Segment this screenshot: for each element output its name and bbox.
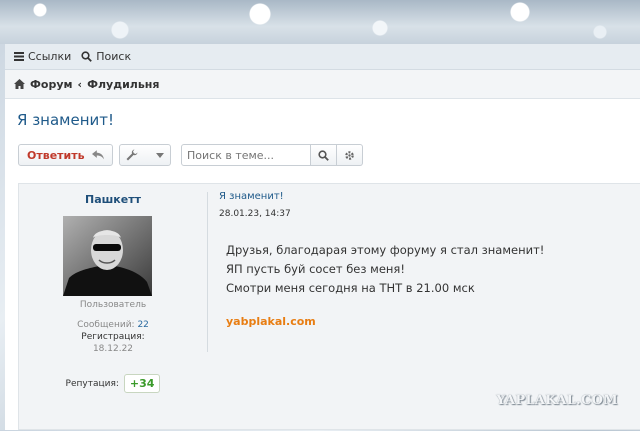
reply-label: Ответить [27, 148, 85, 162]
messages-stat: Сообщений: 22 [19, 320, 207, 330]
registration-label-text: Регистрация: [81, 332, 145, 342]
post-date: 28.01.23, 14:37 [219, 209, 291, 219]
thread-search [181, 144, 363, 166]
search-icon [81, 51, 93, 62]
registration-label: Регистрация: [19, 332, 207, 342]
search-icon [318, 149, 329, 161]
menu-icon [14, 52, 24, 61]
post-line: ЯП пусть буй сосет без меня! [226, 262, 405, 276]
forum-post: Пашкетт Пользователь Сообщений: 22 Регис… [18, 183, 640, 430]
avatar-image [63, 216, 152, 296]
reply-arrow-icon [91, 150, 104, 160]
registration-date: 18.12.22 [92, 344, 134, 354]
gear-icon [345, 150, 354, 160]
post-line: Друзья, благодарая этому форуму я стал з… [226, 243, 545, 257]
post-body: Друзья, благодарая этому форуму я стал з… [226, 241, 629, 298]
wrench-icon [126, 149, 138, 161]
search-link[interactable]: Поиск [81, 50, 131, 63]
home-icon[interactable] [14, 79, 25, 89]
thread-toolbar: Ответить [18, 143, 640, 167]
author-name[interactable]: Пашкетт [19, 193, 207, 206]
site-link[interactable]: yabplakal.com [226, 315, 629, 328]
chevron-down-icon [156, 152, 164, 158]
breadcrumb-section[interactable]: Флудильня [87, 78, 159, 91]
post-line: Смотри меня сегодня на ТНТ в 21.00 мск [226, 281, 475, 295]
links-label: Ссылки [28, 50, 72, 63]
thread-search-button[interactable] [311, 144, 337, 166]
reply-button[interactable]: Ответить [18, 144, 113, 166]
post-title[interactable]: Я знаменит! [219, 191, 629, 202]
links-menu[interactable]: Ссылки [14, 50, 71, 63]
user-title: Пользователь [79, 300, 147, 310]
top-navigation: Ссылки Поиск [5, 44, 640, 70]
messages-count[interactable]: 22 [137, 320, 148, 330]
reputation-block: Репутация: +34 [19, 374, 207, 393]
search-label: Поиск [96, 50, 132, 63]
avatar[interactable] [63, 216, 152, 296]
post-divider [207, 192, 208, 352]
tools-dropdown[interactable] [119, 144, 171, 166]
breadcrumb-forum[interactable]: Форум [30, 78, 73, 91]
thread-search-input[interactable] [181, 144, 311, 166]
messages-label: Сообщений: [77, 320, 135, 330]
watermark: YAPLAKAL.COM [496, 393, 618, 408]
breadcrumb: Форум ‹ Флудильня [5, 70, 640, 99]
forum-page: Ссылки Поиск Форум ‹ Флудильня Я знамени… [5, 44, 640, 430]
search-settings-button[interactable] [337, 144, 363, 166]
background-banner [0, 0, 640, 44]
breadcrumb-separator: ‹ [77, 77, 83, 91]
reputation-label: Репутация: [65, 378, 119, 389]
reputation-badge[interactable]: +34 [123, 374, 161, 393]
page-title: Я знаменит! [17, 111, 115, 129]
post-content: Я знаменит! 28.01.23, 14:37 Друзья, благ… [219, 191, 629, 328]
post-author-panel: Пашкетт Пользователь Сообщений: 22 Регис… [19, 184, 207, 431]
